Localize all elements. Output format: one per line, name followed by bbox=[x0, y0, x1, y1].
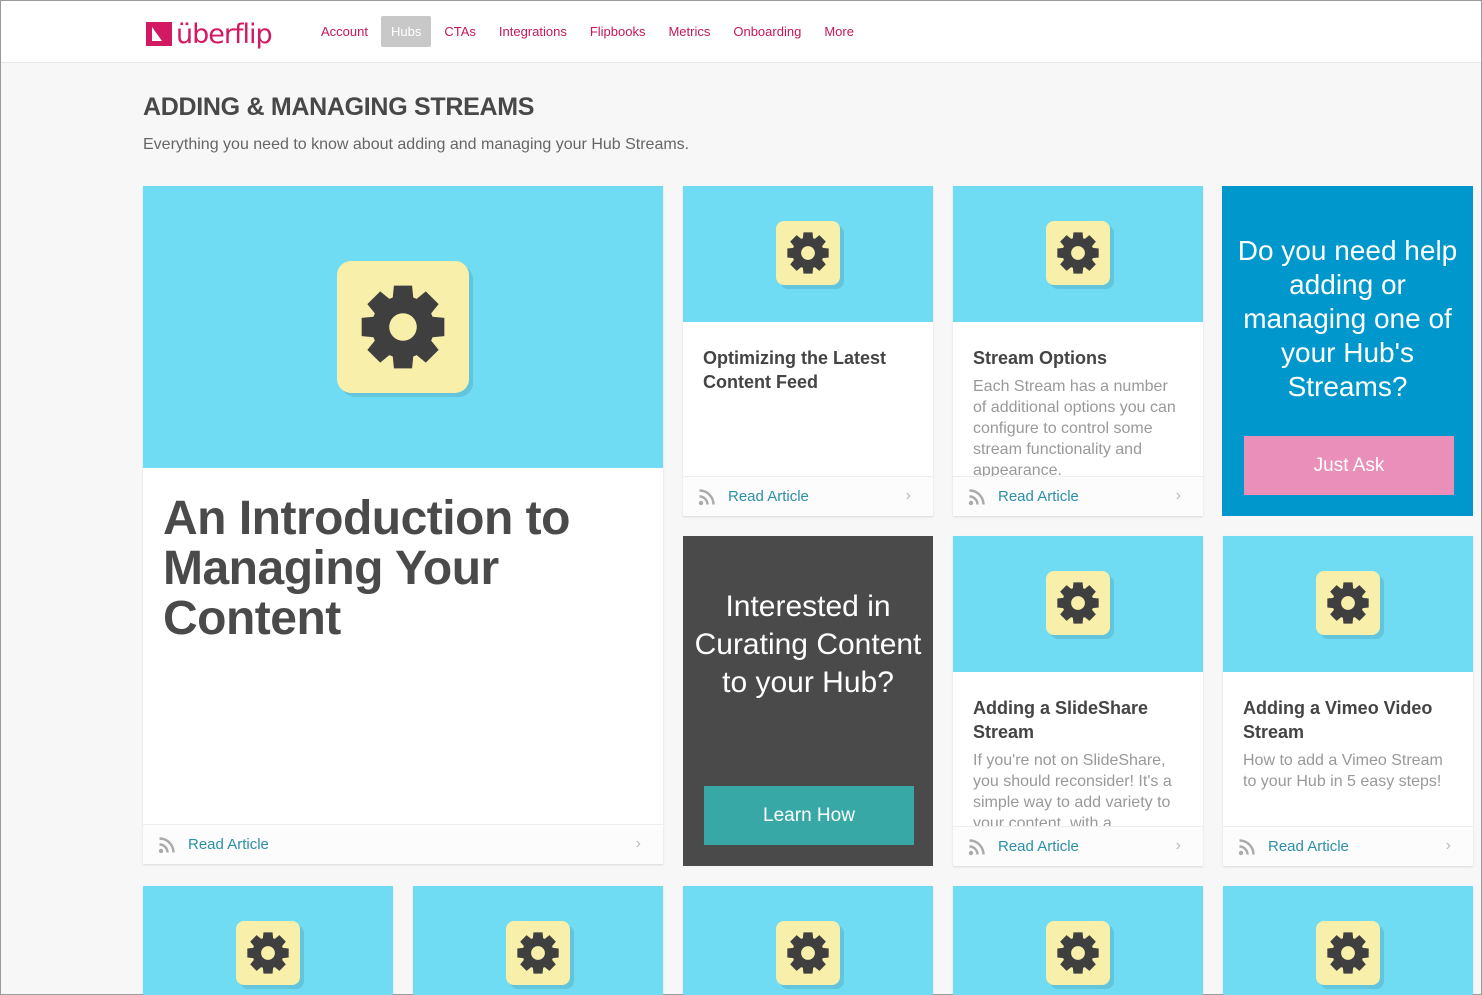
article-card[interactable]: Adding a Vimeo Video Stream How to add a… bbox=[1223, 536, 1473, 866]
chevron-right-icon[interactable]: › bbox=[1446, 837, 1451, 855]
rss-icon bbox=[1238, 839, 1255, 856]
article-card[interactable] bbox=[143, 886, 393, 995]
article-description: Each Stream has a number of additional o… bbox=[973, 378, 1176, 476]
article-title[interactable]: Adding a SlideShare Stream bbox=[973, 696, 1185, 744]
curate-cta-panel: Interested in Curating Content to your H… bbox=[683, 536, 933, 866]
help-cta-panel: Do you need help adding or managing one … bbox=[1222, 186, 1473, 516]
article-title[interactable]: Adding a Vimeo Video Stream bbox=[1243, 696, 1455, 744]
nav-item-onboarding[interactable]: Onboarding bbox=[723, 16, 811, 47]
article-description: How to add a Vimeo Stream to your Hub in… bbox=[1243, 752, 1443, 790]
card-image bbox=[1223, 886, 1473, 995]
help-cta-question: Do you need help adding or managing one … bbox=[1237, 235, 1458, 402]
gear-icon bbox=[1316, 921, 1380, 985]
gear-icon bbox=[337, 261, 469, 393]
page-subtitle: Everything you need to know about adding… bbox=[143, 136, 690, 153]
gear-icon bbox=[1046, 571, 1110, 635]
main-nav: Account Hubs CTAs Integrations Flipbooks… bbox=[311, 16, 867, 47]
card-footer: Read Article › bbox=[953, 476, 1203, 516]
nav-item-integrations[interactable]: Integrations bbox=[489, 16, 577, 47]
card-image bbox=[1223, 536, 1473, 672]
article-card[interactable] bbox=[953, 886, 1203, 995]
read-article-link[interactable]: Read Article bbox=[1268, 838, 1349, 855]
gear-icon bbox=[1316, 571, 1380, 635]
nav-item-hubs[interactable]: Hubs bbox=[380, 16, 432, 47]
card-image bbox=[143, 886, 393, 995]
top-bar: überflip Account Hubs CTAs Integrations … bbox=[1, 1, 1481, 63]
article-card[interactable] bbox=[1223, 886, 1473, 995]
nav-item-ctas[interactable]: CTAs bbox=[434, 16, 486, 47]
logo-text: überflip bbox=[176, 18, 273, 50]
card-image bbox=[953, 186, 1203, 322]
gear-icon bbox=[776, 921, 840, 985]
gear-icon bbox=[776, 221, 840, 285]
rss-icon bbox=[968, 839, 985, 856]
card-footer: Read Article › bbox=[1223, 826, 1473, 866]
read-article-link[interactable]: Read Article bbox=[998, 838, 1079, 855]
card-image bbox=[413, 886, 663, 995]
nav-item-metrics[interactable]: Metrics bbox=[658, 16, 720, 47]
featured-article-card[interactable]: An Introduction to Managing Your Content… bbox=[143, 186, 663, 864]
article-card[interactable] bbox=[683, 886, 933, 995]
chevron-right-icon[interactable]: › bbox=[636, 835, 641, 853]
article-card[interactable]: Adding a SlideShare Stream If you're not… bbox=[953, 536, 1203, 866]
article-description: If you're not on SlideShare, you should … bbox=[973, 752, 1172, 826]
chevron-right-icon[interactable]: › bbox=[1176, 487, 1181, 505]
article-card[interactable]: Stream Options Each Stream has a number … bbox=[953, 186, 1203, 516]
learn-how-button[interactable]: Learn How bbox=[704, 786, 914, 845]
featured-article-title[interactable]: An Introduction to Managing Your Content bbox=[163, 494, 643, 644]
card-image bbox=[953, 536, 1203, 672]
rss-icon bbox=[968, 489, 985, 506]
card-image bbox=[683, 186, 933, 322]
just-ask-button[interactable]: Just Ask bbox=[1244, 436, 1454, 495]
card-footer: Read Article › bbox=[953, 826, 1203, 866]
card-image bbox=[143, 186, 663, 468]
read-article-link[interactable]: Read Article bbox=[728, 488, 809, 505]
gear-icon bbox=[1046, 921, 1110, 985]
chevron-right-icon[interactable]: › bbox=[906, 487, 911, 505]
curate-cta-question: Interested in Curating Content to your H… bbox=[694, 590, 922, 699]
rss-icon bbox=[158, 837, 175, 854]
read-article-link[interactable]: Read Article bbox=[998, 488, 1079, 505]
chevron-right-icon[interactable]: › bbox=[1176, 837, 1181, 855]
gear-icon bbox=[506, 921, 570, 985]
card-image bbox=[683, 886, 933, 995]
article-title[interactable]: Optimizing the Latest Content Feed bbox=[703, 346, 915, 394]
card-footer: Read Article › bbox=[683, 476, 933, 516]
nav-item-more[interactable]: More bbox=[814, 16, 864, 47]
rss-icon bbox=[698, 489, 715, 506]
uberflip-logo[interactable]: überflip bbox=[146, 18, 273, 50]
article-title[interactable]: Stream Options bbox=[973, 346, 1185, 370]
page-title: ADDING & MANAGING STREAMS bbox=[143, 93, 535, 121]
nav-item-account[interactable]: Account bbox=[311, 16, 378, 47]
nav-item-flipbooks[interactable]: Flipbooks bbox=[580, 16, 656, 47]
gear-icon bbox=[1046, 221, 1110, 285]
logo-mark-icon bbox=[146, 22, 172, 46]
card-footer: Read Article › bbox=[143, 824, 663, 864]
card-image bbox=[953, 886, 1203, 995]
read-article-link[interactable]: Read Article bbox=[188, 836, 269, 853]
article-card[interactable] bbox=[413, 886, 663, 995]
gear-icon bbox=[236, 921, 300, 985]
article-card[interactable]: Optimizing the Latest Content Feed Read … bbox=[683, 186, 933, 516]
